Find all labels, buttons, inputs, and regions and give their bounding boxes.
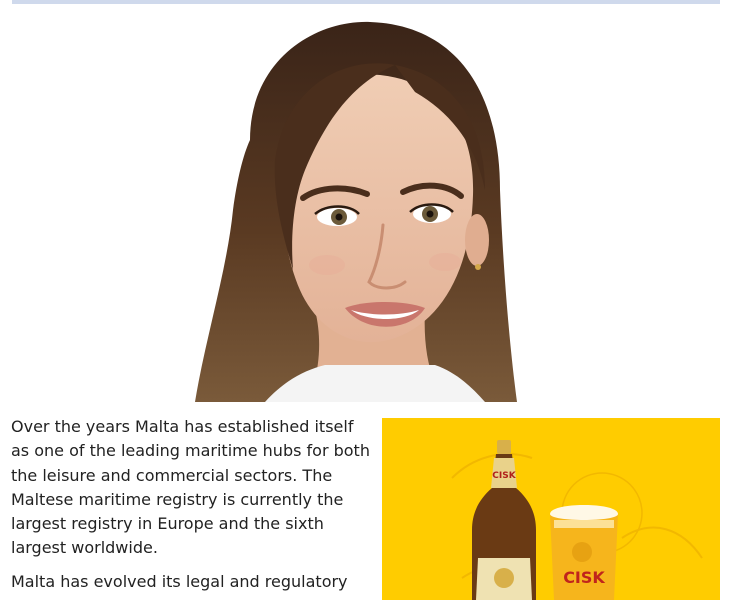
top-border [12,0,720,4]
beer-glass-icon: CISK [550,505,618,600]
portrait-photo [155,20,540,402]
ad-illustration: CISK CISK [451,440,703,600]
article-paragraph-1: Over the years Malta has established its… [11,417,370,558]
beer-bottle-icon: CISK [472,440,536,600]
portrait-illustration [195,21,517,402]
article-paragraph-2: Malta has evolved its legal and regulato… [11,571,348,591]
article-body: Over the years Malta has established its… [11,415,371,600]
page: Over the years Malta has established its… [0,0,733,600]
bottle-label: CISK [492,471,516,481]
cisk-advertisement[interactable]: CISK CISK [382,418,720,600]
glass-label: CISK [563,568,605,587]
